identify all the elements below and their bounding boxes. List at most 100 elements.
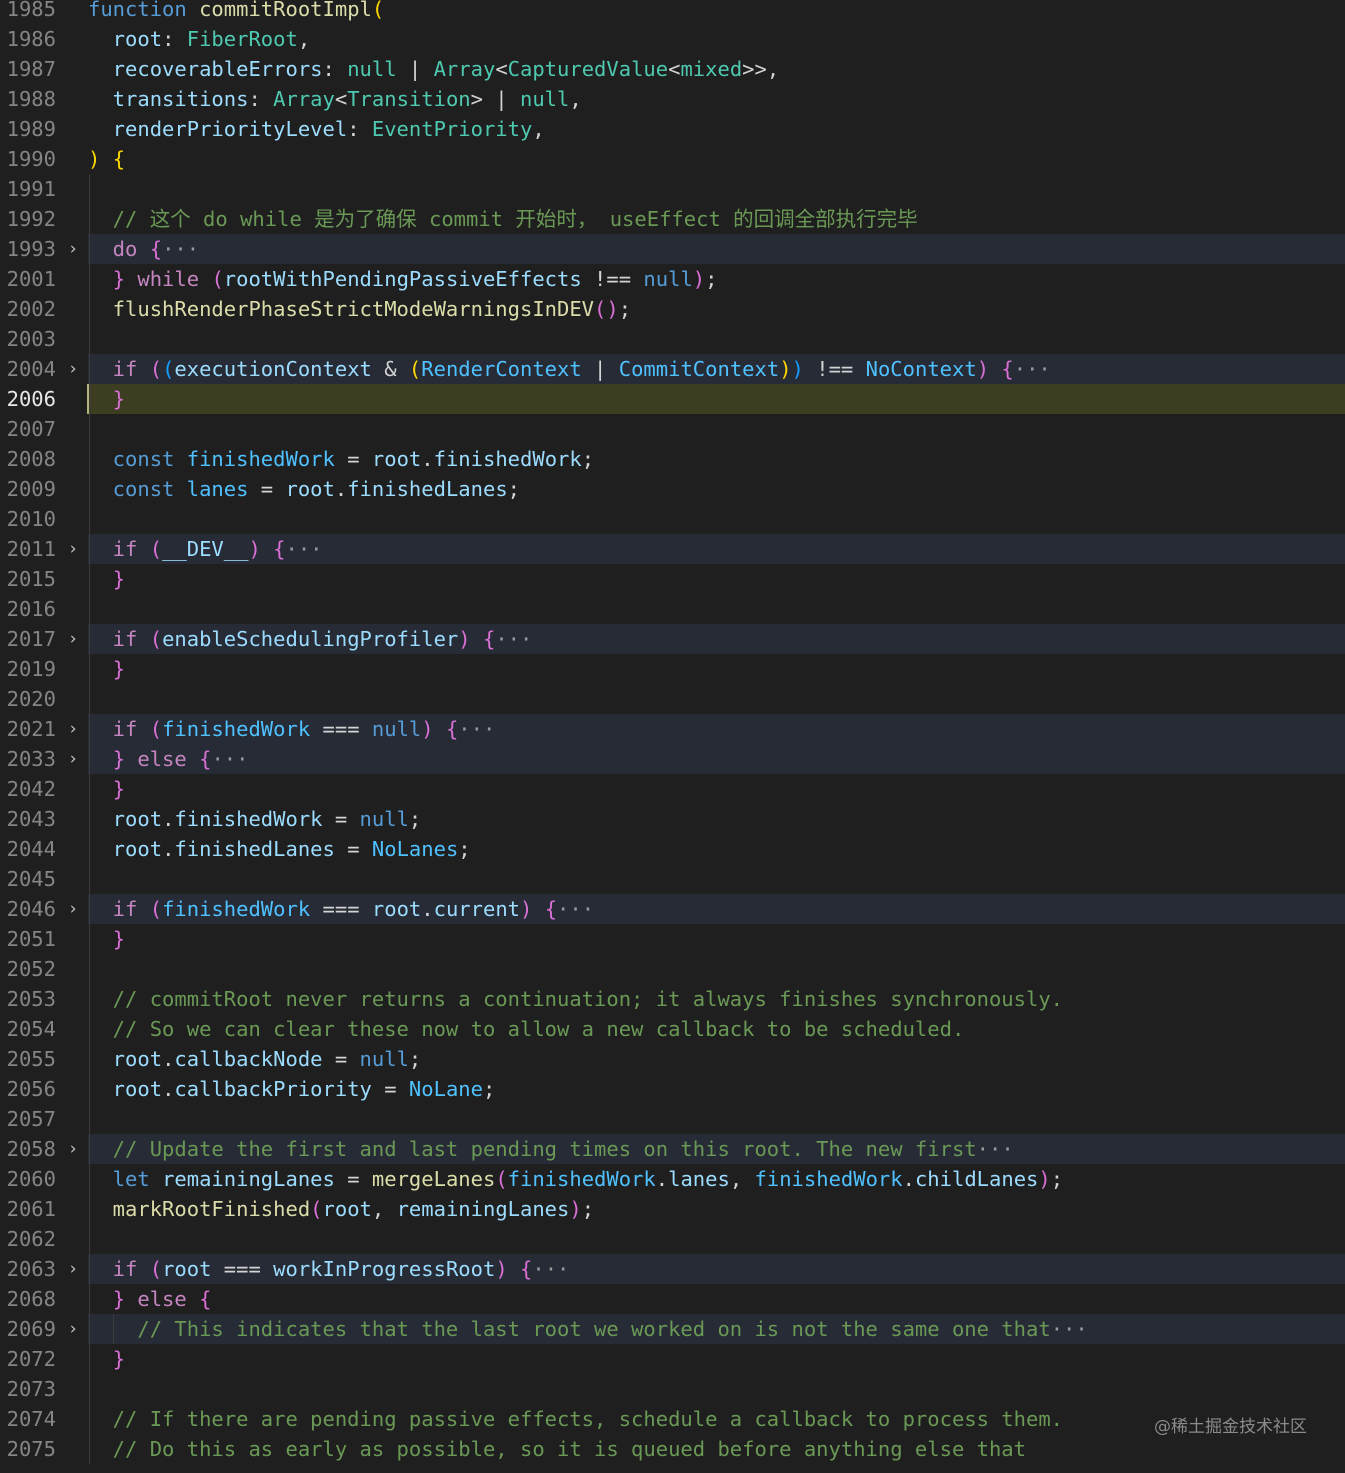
code-token: ; [581,447,595,471]
line-number: 2060 [6,1167,56,1191]
code-line[interactable]: 2075 // Do this as early as possible, so… [0,1434,1345,1464]
code-line[interactable]: 1989 renderPriorityLevel: EventPriority, [0,114,1345,144]
folded-region-ellipsis[interactable]: ··· [495,627,532,651]
code-token: remainingLanes [162,1167,335,1191]
code-line[interactable]: 2051 } [0,924,1345,954]
code-token: = [322,807,360,831]
code-line[interactable]: 2008 const finishedWork = root.finishedW… [0,444,1345,474]
indent-guide [89,1224,90,1254]
fold-chevron-right-icon[interactable]: › [66,714,80,744]
code-line[interactable]: 2072 } [0,1344,1345,1374]
code-token: lanes [186,477,249,501]
fold-chevron-right-icon[interactable]: › [66,1314,80,1344]
fold-chevron-right-icon[interactable]: › [66,534,80,564]
code-token: ; [482,1077,496,1101]
code-line[interactable]: 2057 [0,1104,1345,1134]
code-line[interactable]: 1991 [0,174,1345,204]
code-line[interactable]: 1988 transitions: Array<Transition> | nu… [0,84,1345,114]
code-line[interactable]: 2017 › if (enableSchedulingProfiler) {··· [0,624,1345,654]
code-token: { [482,627,496,651]
code-token: ; [618,297,632,321]
code-line[interactable]: 2061 markRootFinished(root, remainingLan… [0,1194,1345,1224]
code-token: enableSchedulingProfiler [162,627,459,651]
code-line[interactable]: 2043 root.finishedWork = null; [0,804,1345,834]
code-token: ) [692,267,706,291]
code-token: & [371,357,409,381]
code-line[interactable]: 2045 [0,864,1345,894]
code-line[interactable]: 2002 flushRenderPhaseStrictModeWarningsI… [0,294,1345,324]
code-line[interactable]: 2053 // commitRoot never returns a conti… [0,984,1345,1014]
code-line[interactable]: 2006 } [0,384,1345,414]
code-line[interactable]: 2042 } [0,774,1345,804]
code-line[interactable]: 2052 [0,954,1345,984]
code-line[interactable]: 2056 root.callbackPriority = NoLane; [0,1074,1345,1104]
code-line[interactable]: 2055 root.callbackNode = null; [0,1044,1345,1074]
fold-chevron-right-icon[interactable]: › [66,894,80,924]
code-token: , [371,1197,397,1221]
fold-chevron-right-icon[interactable]: › [66,1254,80,1284]
folded-region-ellipsis[interactable]: ··· [458,717,495,741]
line-number: 2045 [6,867,56,891]
folded-region-ellipsis[interactable]: ··· [1051,1317,1088,1341]
code-text: // This indicates that the last root we … [88,1314,1088,1344]
folded-region-ellipsis[interactable]: ··· [286,537,323,561]
code-line[interactable]: 2062 [0,1224,1345,1254]
code-line[interactable]: 2033 › } else {··· [0,744,1345,774]
code-line[interactable]: 1987 recoverableErrors: null | Array<Cap… [0,54,1345,84]
fold-chevron-right-icon[interactable]: › [66,1134,80,1164]
code-line[interactable]: 1986 root: FiberRoot, [0,24,1345,54]
code-line[interactable]: 2015 } [0,564,1345,594]
code-line[interactable]: 2074 // If there are pending passive eff… [0,1404,1345,1434]
code-token: // So we can clear these now to allow a … [88,1017,965,1041]
code-line[interactable]: 2007 [0,414,1345,444]
code-line[interactable]: 2001 } while (rootWithPendingPassiveEffe… [0,264,1345,294]
code-line[interactable]: 2069 › // This indicates that the last ro… [0,1314,1345,1344]
code-editor[interactable]: 1985 function commitRootImpl(1986 root: F… [0,0,1345,1464]
folded-region-ellipsis[interactable]: ··· [557,897,594,921]
fold-chevron-right-icon[interactable]: › [66,354,80,384]
folded-region-ellipsis[interactable]: ··· [162,237,199,261]
code-token: if [88,717,138,741]
folded-region-ellipsis[interactable]: ··· [1014,357,1051,381]
code-line[interactable]: 2060 let remainingLanes = mergeLanes(fin… [0,1164,1345,1194]
code-line[interactable]: 2044 root.finishedLanes = NoLanes; [0,834,1345,864]
line-number: 2074 [6,1407,56,1431]
code-line[interactable]: 2004 › if ((executionContext & (RenderCon… [0,354,1345,384]
code-token: callbackNode [174,1047,323,1071]
code-line[interactable]: 2011 › if (__DEV__) {··· [0,534,1345,564]
code-token: while [137,267,200,291]
code-line[interactable]: 2054 // So we can clear these now to all… [0,1014,1345,1044]
code-line[interactable]: 2020 [0,684,1345,714]
code-token: lanes [668,1167,730,1191]
fold-chevron-right-icon[interactable]: › [66,744,80,774]
code-line[interactable]: 2009 const lanes = root.finishedLanes; [0,474,1345,504]
code-token: remainingLanes [396,1197,570,1221]
fold-chevron-right-icon[interactable]: › [66,624,80,654]
code-token: !== [581,267,644,291]
code-line[interactable]: 2003 [0,324,1345,354]
fold-chevron-right-icon[interactable]: › [66,234,80,264]
code-token: ( [149,357,163,381]
code-line[interactable]: 1985 function commitRootImpl( [0,0,1345,24]
code-text: } [88,654,125,684]
code-line[interactable]: 2068 } else { [0,1284,1345,1314]
code-text: let remainingLanes = mergeLanes(finished… [88,1164,1063,1194]
code-line[interactable]: 2019 } [0,654,1345,684]
code-line[interactable]: 1993 › do {··· [0,234,1345,264]
folded-region-ellipsis[interactable]: ··· [211,747,248,771]
code-line[interactable]: 2010 [0,504,1345,534]
code-token: . [162,1077,175,1101]
code-line[interactable]: 2046 › if (finishedWork === root.current)… [0,894,1345,924]
indent-guide [89,324,90,354]
code-line[interactable]: 2016 [0,594,1345,624]
code-line[interactable]: 2058 › // Update the first and last pendi… [0,1134,1345,1164]
code-line[interactable]: 2063 › if (root === workInProgressRoot) {… [0,1254,1345,1284]
code-line[interactable]: 1992 // 这个 do while 是为了确保 commit 开始时， us… [0,204,1345,234]
code-line[interactable]: 2073 [0,1374,1345,1404]
code-line[interactable]: 1990) { [0,144,1345,174]
folded-region-ellipsis[interactable]: ··· [532,1257,569,1281]
folded-region-ellipsis[interactable]: ··· [977,1137,1014,1161]
code-line[interactable]: 2021 › if (finishedWork === null) {··· [0,714,1345,744]
code-token: childLanes [914,1167,1039,1191]
